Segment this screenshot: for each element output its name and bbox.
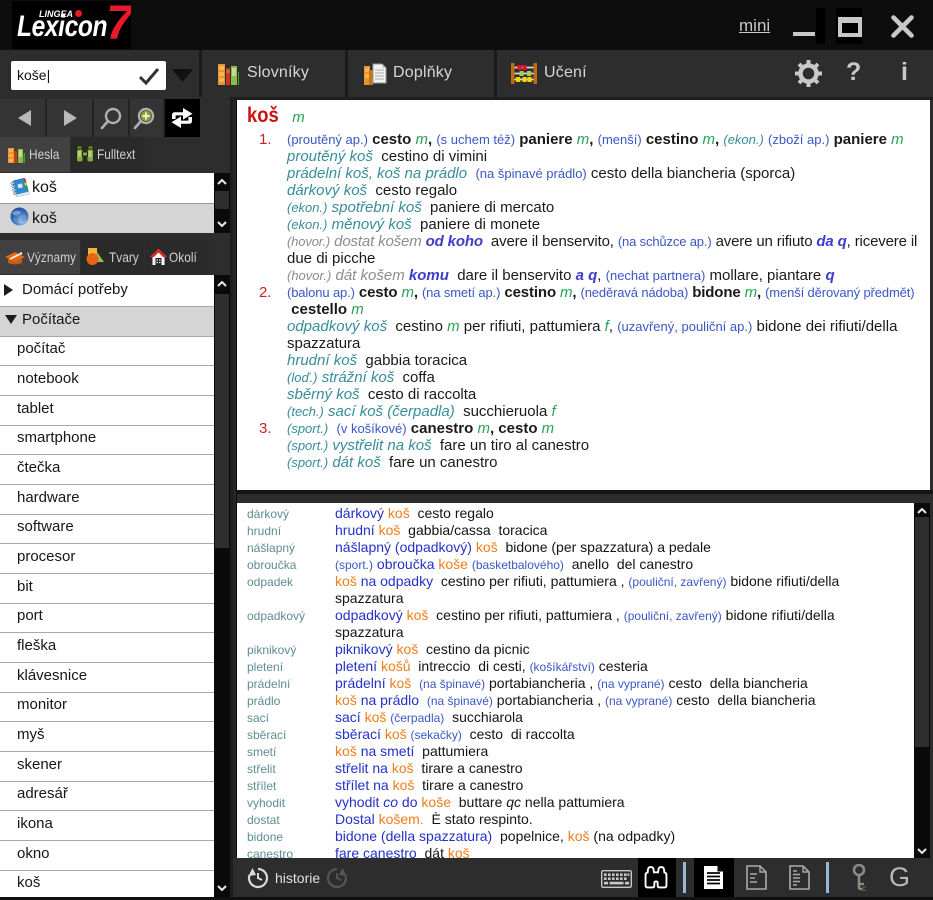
svg-text:c: c <box>862 884 866 892</box>
